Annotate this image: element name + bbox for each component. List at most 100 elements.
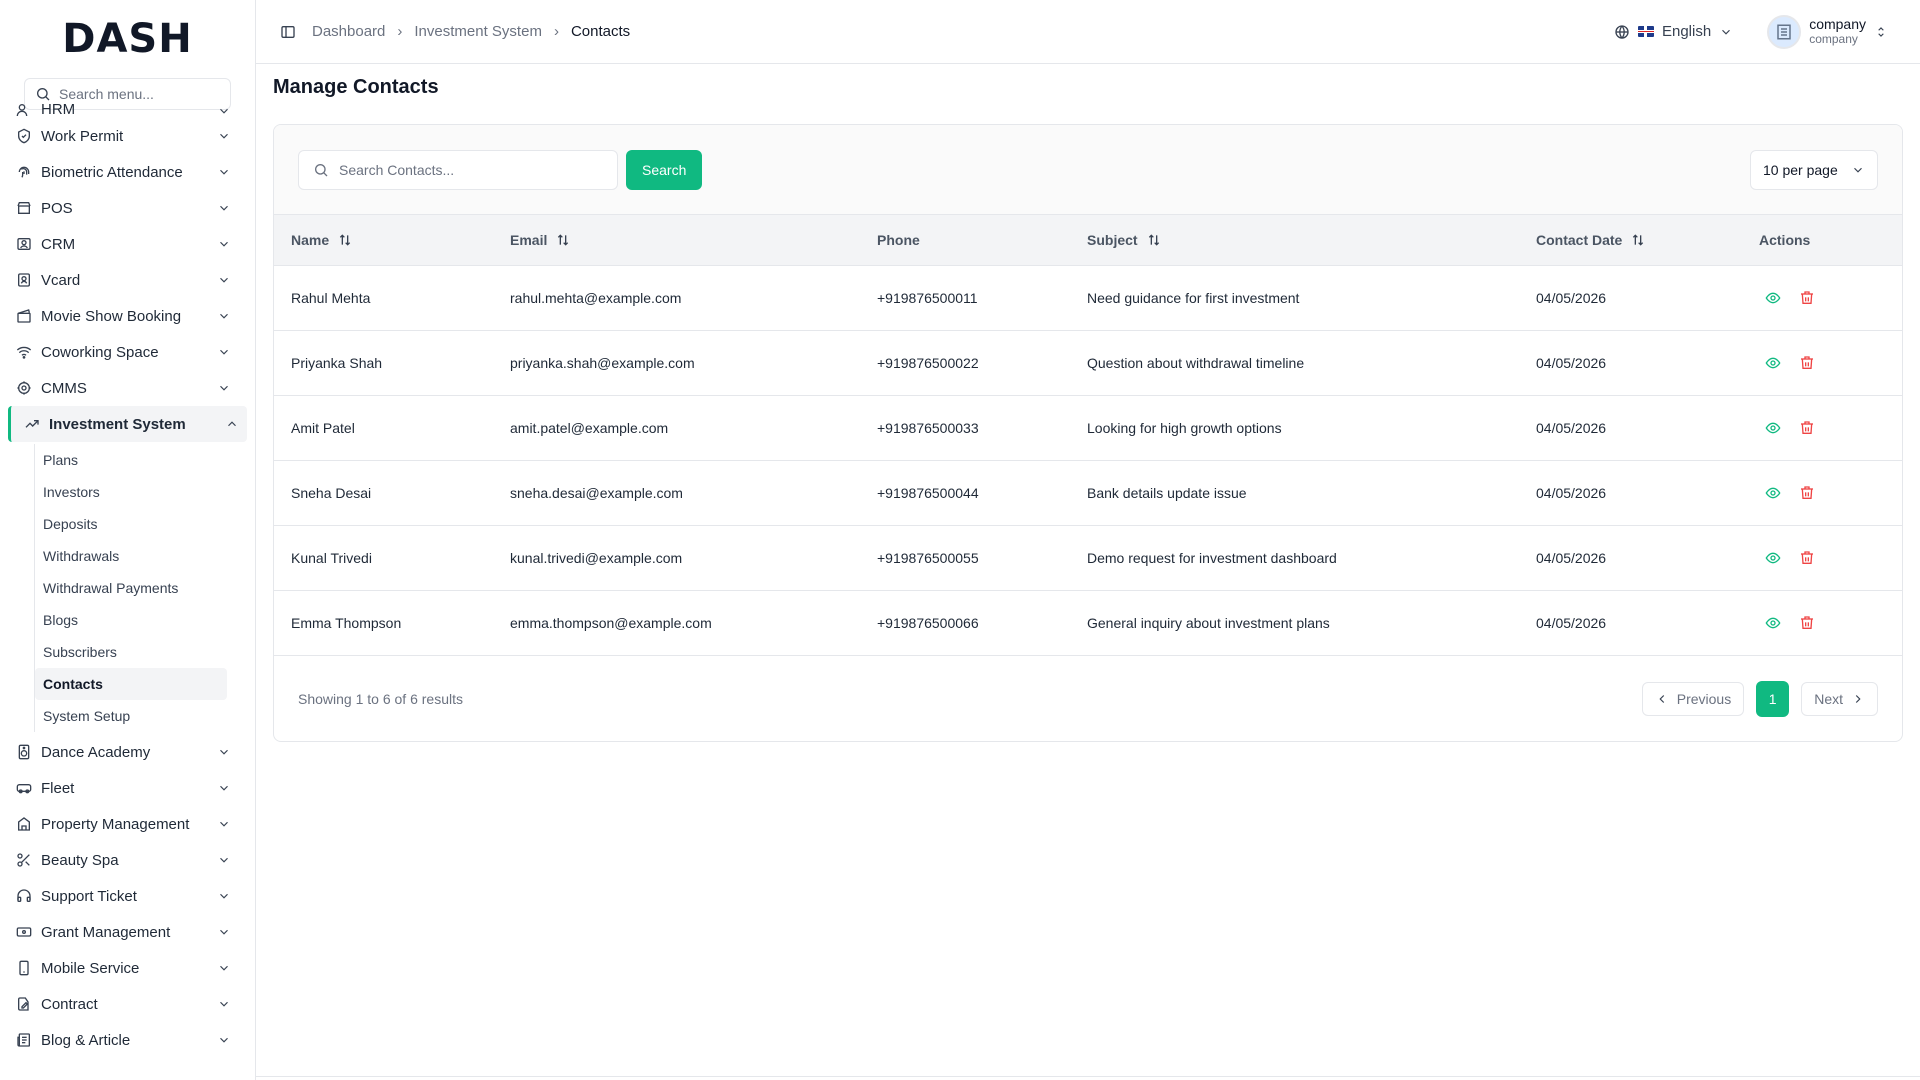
cell-email: rahul.mehta@example.com <box>493 265 860 331</box>
logo-text: DASH <box>62 16 193 62</box>
chevron-down-icon <box>220 857 228 863</box>
chevron-down-icon <box>220 965 228 971</box>
sidebar-item-label: Mobile Service <box>41 959 140 977</box>
sidebar-item-label: Blog & Article <box>41 1031 131 1049</box>
delete-trash-icon[interactable] <box>1799 615 1815 631</box>
view-eye-icon[interactable] <box>1765 290 1781 306</box>
sidebar-item-pos[interactable]: POS <box>0 190 255 226</box>
results-summary: Showing 1 to 6 of 6 results <box>298 690 463 707</box>
chevron-down-icon <box>220 1001 228 1007</box>
cell-phone: +919876500033 <box>860 395 1070 461</box>
view-eye-icon[interactable] <box>1765 485 1781 501</box>
sidebar-item-support-ticket[interactable]: Support Ticket <box>0 878 255 914</box>
chevron-down-icon <box>220 313 228 319</box>
cell-subject: General inquiry about investment plans <box>1070 590 1519 656</box>
sidebar-item-label: POS <box>41 199 73 217</box>
submenu-item-withdrawal-payments[interactable]: Withdrawal Payments <box>35 572 227 604</box>
submenu-item-blogs[interactable]: Blogs <box>35 604 227 636</box>
delete-trash-icon[interactable] <box>1799 290 1815 306</box>
page-title: Manage Contacts <box>273 76 439 98</box>
sidebar-item-crm[interactable]: CRM <box>0 226 255 262</box>
sidebar-item-blog-article[interactable]: Blog & Article <box>0 1022 255 1058</box>
chevron-down-icon <box>220 205 228 211</box>
sidebar-item-cmms[interactable]: CMMS <box>0 370 255 406</box>
per-page-select[interactable]: 10 per page <box>1750 149 1878 190</box>
logo[interactable]: DASH <box>0 0 255 78</box>
cell-name: Sneha Desai <box>274 460 493 526</box>
sidebar-item-label: CMMS <box>41 379 87 397</box>
submenu-item-withdrawals[interactable]: Withdrawals <box>35 540 227 572</box>
menu-search-input[interactable] <box>59 86 229 102</box>
delete-trash-icon[interactable] <box>1799 420 1815 436</box>
sidebar-item-fleet[interactable]: Fleet <box>0 770 255 806</box>
contacts-search-input[interactable] <box>339 161 599 178</box>
chevron-down-icon <box>220 169 228 175</box>
sidebar-item-movie-show-booking[interactable]: Movie Show Booking <box>0 298 255 334</box>
column-header-subject[interactable]: Subject <box>1070 215 1519 266</box>
speaker-icon <box>18 744 30 760</box>
delete-trash-icon[interactable] <box>1799 550 1815 566</box>
previous-label: Previous <box>1676 690 1732 707</box>
cell-phone: +919876500055 <box>860 525 1070 591</box>
previous-page-button[interactable]: Previous <box>1641 681 1745 716</box>
column-label: Email <box>510 231 548 248</box>
submenu-item-deposits[interactable]: Deposits <box>35 508 227 540</box>
submenu-item-investors[interactable]: Investors <box>35 476 227 508</box>
headphones-icon <box>17 889 31 902</box>
user-menu[interactable]: company company <box>1767 14 1888 49</box>
language-selector[interactable]: English <box>1614 23 1733 40</box>
pagination: Previous 1 Next <box>1641 680 1878 717</box>
page-number-button[interactable]: 1 <box>1756 680 1790 717</box>
sidebar-item-coworking-space[interactable]: Coworking Space <box>0 334 255 370</box>
delete-trash-icon[interactable] <box>1799 485 1815 501</box>
cell-date: 04/05/2026 <box>1519 395 1742 461</box>
submenu-item-system-setup[interactable]: System Setup <box>35 700 227 732</box>
next-page-button[interactable]: Next <box>1801 681 1878 716</box>
submenu-item-subscribers[interactable]: Subscribers <box>35 636 227 668</box>
view-eye-icon[interactable] <box>1765 550 1781 566</box>
delete-trash-icon[interactable] <box>1799 355 1815 371</box>
submenu-item-plans[interactable]: Plans <box>35 444 227 476</box>
cell-phone: +919876500044 <box>860 460 1070 526</box>
submenu-item-contacts[interactable]: Contacts <box>35 668 227 700</box>
sidebar-item-mobile-service[interactable]: Mobile Service <box>0 950 255 986</box>
sidebar-item-investment-system[interactable]: Investment System <box>8 406 247 442</box>
column-header-email[interactable]: Email <box>493 215 860 266</box>
sidebar-item-vcard[interactable]: Vcard <box>0 262 255 298</box>
cell-date: 04/05/2026 <box>1519 525 1742 591</box>
sidebar-item-label: Property Management <box>41 815 190 833</box>
cog-icon <box>17 381 31 395</box>
view-eye-icon[interactable] <box>1765 420 1781 436</box>
sidebar-item-hrm[interactable]: HRM <box>0 104 255 118</box>
cell-email: sneha.desai@example.com <box>493 460 860 526</box>
sidebar-item-biometric-attendance[interactable]: Biometric Attendance <box>0 154 255 190</box>
view-eye-icon[interactable] <box>1765 615 1781 631</box>
content-bottom-border <box>256 1076 1920 1077</box>
cell-subject: Bank details update issue <box>1070 460 1519 526</box>
column-header-contact-date[interactable]: Contact Date <box>1519 215 1742 266</box>
sidebar-item-grant-management[interactable]: Grant Management <box>0 914 255 950</box>
search-button[interactable]: Search <box>626 149 703 190</box>
uk-flag-icon <box>1637 26 1654 37</box>
sidebar-item-property-management[interactable]: Property Management <box>0 806 255 842</box>
sort-icon <box>1148 234 1159 246</box>
sidebar-item-beauty-spa[interactable]: Beauty Spa <box>0 842 255 878</box>
cell-actions <box>1742 590 1902 656</box>
sidebar-item-contract[interactable]: Contract <box>0 986 255 1022</box>
sidebar-toggle-icon[interactable] <box>280 24 296 40</box>
chevron-down-icon <box>1854 167 1862 173</box>
contact-card-icon <box>18 273 30 287</box>
sidebar-item-label: Grant Management <box>41 923 171 941</box>
cell-subject: Question about withdrawal timeline <box>1070 330 1519 396</box>
breadcrumb-dashboard[interactable]: Dashboard <box>312 23 385 40</box>
chevron-down-icon <box>220 1037 228 1043</box>
sidebar-item-dance-academy[interactable]: Dance Academy <box>0 734 255 770</box>
table-body: Rahul Mehta rahul.mehta@example.com +91987… <box>274 265 1902 656</box>
sidebar: DASH HRM Work Permit Biometric Attendanc… <box>0 0 256 1080</box>
sidebar-item-work-permit[interactable]: Work Permit <box>0 118 255 154</box>
chevron-down-icon <box>220 821 228 827</box>
view-eye-icon[interactable] <box>1765 355 1781 371</box>
column-header-name[interactable]: Name <box>274 215 493 266</box>
breadcrumb-investment-system[interactable]: Investment System <box>414 23 542 40</box>
contacts-search[interactable] <box>298 149 618 190</box>
